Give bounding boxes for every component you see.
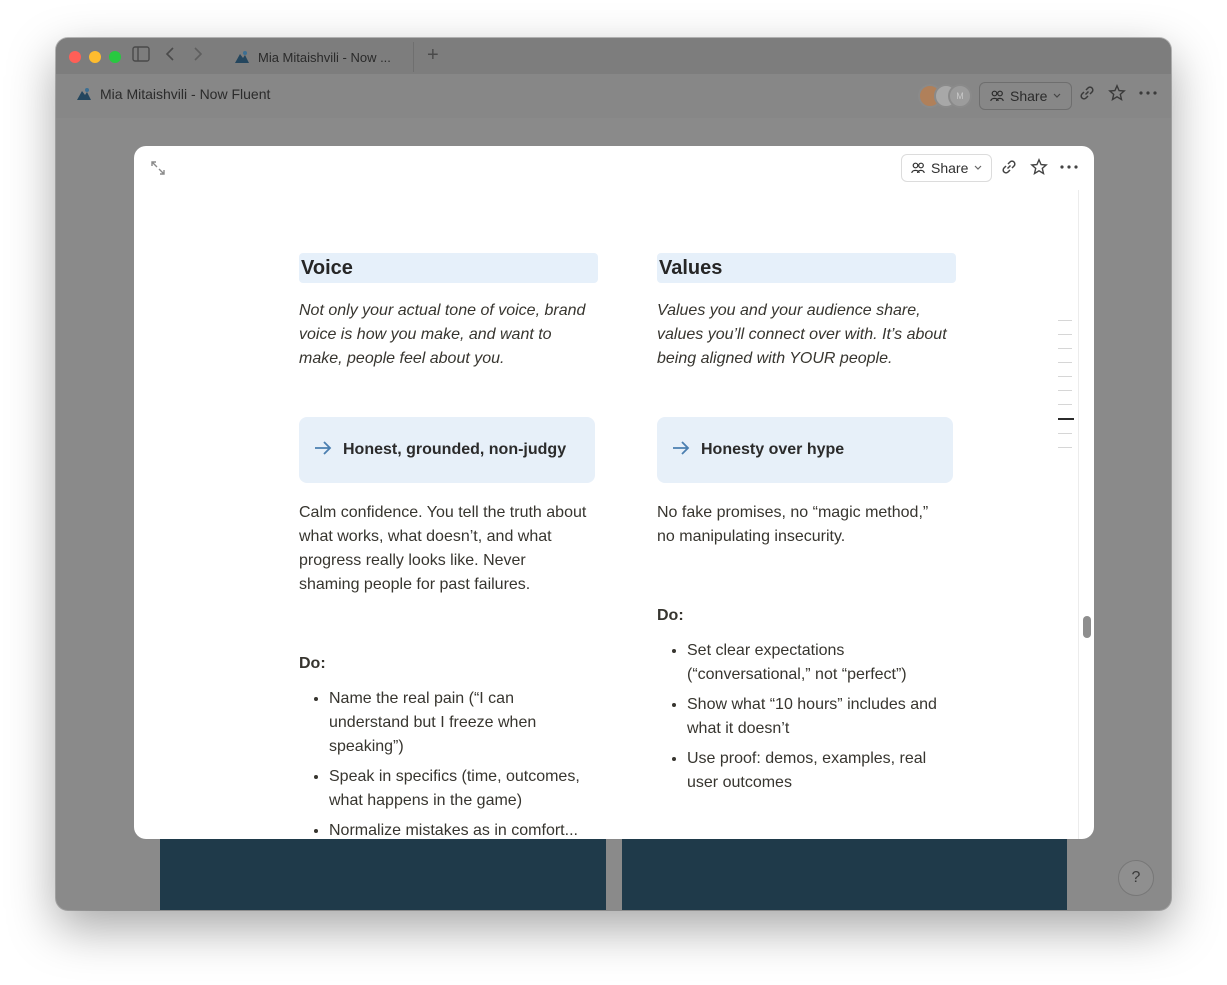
share-button[interactable]: Share (979, 82, 1073, 110)
forward-icon[interactable] (192, 46, 204, 68)
values-do-label: Do: (657, 607, 684, 624)
values-intro: Values you and your audience share, valu… (657, 302, 947, 367)
app-header: Mia Mitaishvili - Now Fluent M Share (56, 74, 1171, 118)
list-item: Show what “10 hours” includes and what i… (687, 693, 949, 741)
voice-column: Voice Not only your actual tone of voice… (299, 253, 599, 839)
people-icon (990, 90, 1004, 102)
values-heading: Values (657, 253, 956, 283)
zoom-window-button[interactable] (109, 51, 121, 63)
values-callout: Honesty over hype (657, 417, 953, 483)
copy-link-icon[interactable] (1078, 84, 1096, 107)
toc-marker[interactable] (1058, 362, 1072, 363)
toc-marker[interactable] (1058, 447, 1072, 448)
values-column: Values Values you and your audience shar… (657, 253, 957, 801)
table-of-contents-minimap[interactable] (1058, 320, 1076, 461)
toc-marker[interactable] (1058, 390, 1072, 391)
toc-marker[interactable] (1058, 320, 1072, 321)
sidebar-toggle-icon[interactable] (132, 46, 150, 68)
close-window-button[interactable] (69, 51, 81, 63)
browser-tab[interactable]: Mia Mitaishvili - Now ... (226, 42, 414, 72)
people-icon (911, 162, 925, 174)
new-tab-icon[interactable]: + (427, 44, 439, 67)
expand-icon[interactable] (150, 160, 166, 179)
page-peek-modal: Share Voice Not only your actual tone of… (134, 146, 1094, 839)
arrow-right-icon (313, 439, 333, 461)
page-content: Voice Not only your actual tone of voice… (134, 190, 1078, 839)
values-body: No fake promises, no “magic method,” no … (657, 504, 929, 545)
favorite-star-icon[interactable] (1030, 158, 1048, 181)
page-icon (77, 88, 91, 100)
voice-body: Calm confidence. You tell the truth abou… (299, 504, 587, 593)
more-options-icon[interactable] (1138, 84, 1158, 107)
favicon-icon (235, 51, 249, 63)
breadcrumb-title: Mia Mitaishvili - Now Fluent (100, 86, 271, 102)
title-bar: Mia Mitaishvili - Now ... + (56, 38, 1171, 74)
tab-title: Mia Mitaishvili - Now ... (258, 49, 391, 65)
toc-marker[interactable] (1058, 348, 1072, 349)
modal-share-button[interactable]: Share (901, 154, 993, 182)
modal-share-label: Share (931, 160, 969, 176)
toc-marker[interactable] (1058, 376, 1072, 377)
list-item: Use proof: demos, examples, real user ou… (687, 747, 949, 795)
background-image-panel (160, 838, 606, 910)
toc-marker[interactable] (1058, 334, 1072, 335)
avatar: M (948, 84, 972, 108)
breadcrumb[interactable]: Mia Mitaishvili - Now Fluent (76, 86, 270, 102)
values-callout-text: Honesty over hype (701, 441, 845, 458)
voice-callout-text: Honest, grounded, non-judgy (343, 441, 567, 458)
copy-link-icon[interactable] (1000, 158, 1018, 181)
voice-callout: Honest, grounded, non-judgy (299, 417, 595, 483)
collaborator-avatars[interactable]: M (918, 84, 972, 108)
scrollbar-track[interactable] (1078, 190, 1094, 839)
voice-intro: Not only your actual tone of voice, bran… (299, 302, 586, 367)
values-do-list: Set clear expectations (“conversational,… (657, 639, 957, 795)
back-icon[interactable] (164, 46, 176, 68)
more-options-icon[interactable] (1059, 158, 1079, 181)
list-item: Normalize mistakes as in comfort... (329, 819, 591, 839)
voice-do-list: Name the real pain (“I can understand bu… (299, 687, 599, 839)
background-image-panel (622, 838, 1067, 910)
minimize-window-button[interactable] (89, 51, 101, 63)
list-item: Name the real pain (“I can understand bu… (329, 687, 591, 759)
share-label: Share (1010, 88, 1048, 104)
help-button[interactable]: ? (1118, 860, 1154, 896)
chevron-down-icon (974, 165, 982, 170)
favorite-star-icon[interactable] (1108, 84, 1126, 107)
scrollbar-thumb[interactable] (1083, 616, 1091, 638)
voice-heading: Voice (299, 253, 598, 283)
toc-marker[interactable] (1058, 404, 1072, 405)
list-item: Set clear expectations (“conversational,… (687, 639, 949, 687)
arrow-right-icon (671, 439, 691, 461)
chevron-down-icon (1053, 93, 1061, 98)
toc-marker-active[interactable] (1058, 418, 1074, 420)
list-item: Speak in specifics (time, outcomes, what… (329, 765, 591, 813)
toc-marker[interactable] (1058, 433, 1072, 434)
voice-do-label: Do: (299, 655, 326, 672)
